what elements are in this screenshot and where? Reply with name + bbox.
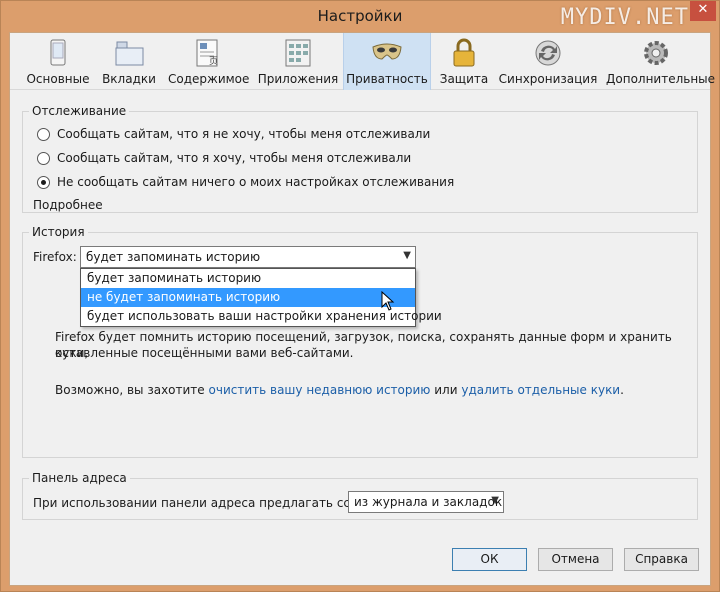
history-select-value: будет запоминать историю [86,250,261,264]
address-bar-suggest-select[interactable]: из журнала и закладок ▼ [348,491,504,513]
history-mode-select[interactable]: будет запоминать историю ▼ [80,246,416,268]
dialog-client: Основные Вкладки 页 Содержимое Приложения… [9,32,715,586]
tracking-option-do-not-track[interactable]: Сообщать сайтам, что я не хочу, чтобы ме… [37,126,430,142]
dropdown-option-never-remember[interactable]: не будет запоминать историю [81,288,415,307]
help-button[interactable]: Справка [624,548,699,571]
chevron-down-icon[interactable]: ▼ [403,250,411,261]
tab-sync[interactable]: Синхронизация [498,33,598,90]
address-bar-select-value: из журнала и закладок [354,495,503,509]
address-bar-legend: Панель адреса [29,471,130,485]
tab-security[interactable]: Защита [436,33,492,90]
history-actions-line: Возможно, вы захотите очистить вашу неда… [55,383,624,397]
settings-window: Настройки MYDIV.NET ✕ Основные Вкладки 页… [0,0,720,592]
clear-recent-history-link[interactable]: очистить вашу недавнюю историю [209,383,431,397]
privacy-pane: Отслеживание Сообщать сайтам, что я не х… [10,91,710,585]
dropdown-option-custom[interactable]: будет использовать ваши настройки хранен… [81,307,442,326]
ok-button[interactable]: ОК [452,548,527,571]
radio-button[interactable] [37,127,50,141]
tab-tabs[interactable]: Вкладки [100,33,158,90]
tab-content[interactable]: 页 Содержимое [168,33,249,90]
gear-icon [644,41,668,65]
firefox-label: Firefox: [33,250,77,264]
dropdown-option-remember[interactable]: будет запоминать историю [81,269,415,288]
tracking-group: Отслеживание Сообщать сайтам, что я не х… [22,104,698,213]
address-bar-label: При использовании панели адреса предлага… [33,496,387,510]
remove-cookies-link[interactable]: удалить отдельные куки [461,383,620,397]
close-button[interactable]: ✕ [690,1,716,21]
history-dropdown-list: будет запоминать историю не будет запоми… [80,268,442,327]
sync-icon [535,40,561,66]
tracking-option-no-preference[interactable]: Не сообщать сайтам ничего о моих настрой… [37,174,454,190]
radio-label: Сообщать сайтам, что я не хочу, чтобы ме… [57,127,431,141]
history-group: История Firefox: будет запоминать истори… [22,225,698,458]
tab-privacy[interactable]: Приватность [343,33,431,90]
mouse-cursor-icon [381,291,395,311]
radio-button[interactable] [37,151,50,165]
lock-icon [453,38,475,67]
tracking-legend: Отслеживание [29,104,130,118]
radio-label: Сообщать сайтам, что я хочу, чтобы меня … [57,151,412,165]
history-legend: История [29,225,88,239]
radio-label: Не сообщать сайтам ничего о моих настрой… [57,175,455,189]
svg-text:页: 页 [209,56,218,67]
watermark-text: MYDIV.NET [560,5,689,30]
tracking-option-allow-track[interactable]: Сообщать сайтам, что я хочу, чтобы меня … [37,150,411,166]
title-bar[interactable]: Настройки MYDIV.NET ✕ [1,1,719,32]
tab-applications[interactable]: Приложения [256,33,340,90]
preferences-toolbar: Основные Вкладки 页 Содержимое Приложения… [10,33,715,90]
history-description-line2: оставленные посещёнными вами веб-сайтами… [55,346,354,360]
general-icon [50,39,66,66]
applications-icon [285,39,311,67]
content-icon: 页 [196,39,218,67]
privacy-mask-icon [372,43,402,60]
learn-more-link[interactable]: Подробнее [33,197,103,213]
tab-general[interactable]: Основные [16,33,100,90]
address-bar-group: Панель адреса При использовании панели а… [22,471,698,520]
radio-button-selected[interactable] [37,175,50,189]
tab-advanced[interactable]: Дополнительные [606,33,715,90]
cancel-button[interactable]: Отмена [538,548,613,571]
chevron-down-icon[interactable]: ▼ [491,495,499,506]
tabs-icon [115,41,144,66]
